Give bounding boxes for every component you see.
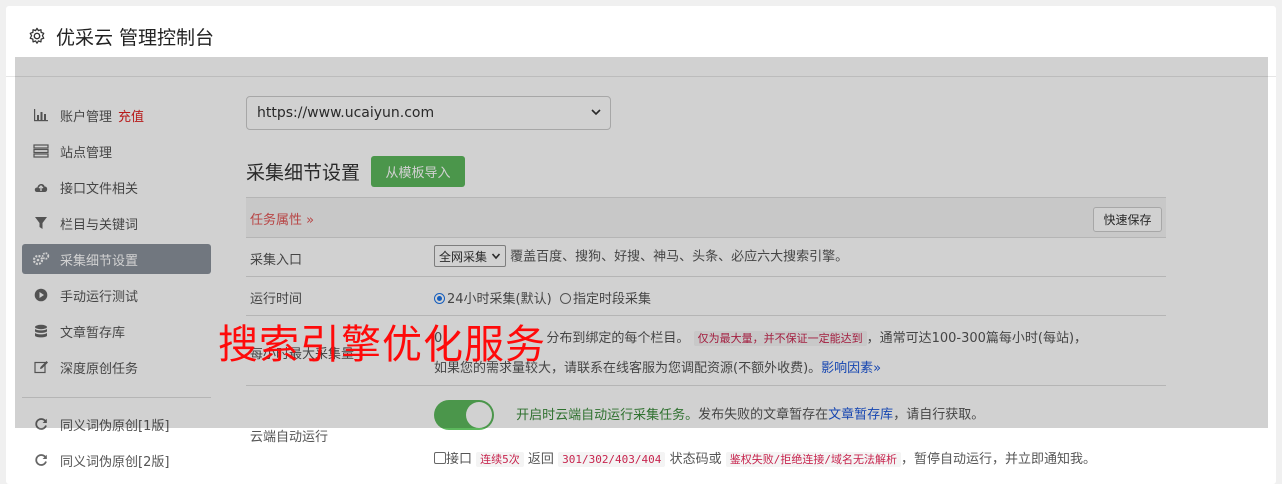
runtime-24h-label: 24小时采集(默认)	[447, 292, 552, 307]
cloud-auto-run-row: 云端自动运行 开启时云端自动运行采集任务。发布失败的文章暂存在文章暂存库，请自行…	[246, 385, 1166, 481]
max-per-hour-text: 分布到绑定的每个栏目。	[546, 331, 690, 346]
max-per-hour-content: 0 分布到绑定的每个栏目。 仅为最大量，并不保证一定能达到 ，通常可达100-30…	[434, 327, 1159, 346]
sidebar-item-label: 文章暂存库	[60, 325, 126, 341]
play-circle-icon	[32, 287, 50, 303]
code-times: 连续5次	[476, 452, 524, 467]
chevron-down-icon	[491, 253, 501, 260]
cloud-auto-run-toggle[interactable]	[434, 400, 494, 430]
sidebar-item-collect-settings[interactable]: 采集细节设置	[22, 244, 211, 274]
return-text: 返回	[527, 452, 554, 467]
sidebar-item-label: 接口文件相关	[60, 181, 139, 197]
runtime-scheduled-label: 指定时段采集	[572, 292, 651, 307]
cloud-auto-run-label: 云端自动运行	[250, 430, 329, 445]
influencing-factors-link[interactable]: 影响因素»	[821, 361, 881, 376]
max-per-hour-after: ，通常可达100-300篇每小时(每站)，	[866, 331, 1088, 346]
sidebar-item-label: 手动运行测试	[60, 289, 139, 305]
sidebar-item-sites[interactable]: 站点管理	[22, 136, 211, 166]
runtime-label: 运行时间	[250, 292, 303, 307]
runtime-24h-radio[interactable]	[434, 293, 445, 304]
sidebar-item-label: 账户管理	[60, 109, 113, 125]
refresh-icon	[32, 416, 50, 432]
server-icon	[32, 143, 50, 159]
sidebar-item-interface-files[interactable]: 接口文件相关	[22, 172, 211, 202]
code-status: 301/302/403/404	[558, 452, 666, 467]
entry-select-value: 全网采集	[439, 249, 488, 264]
sidebar-item-synonym-v2[interactable]: 同义词伪原创[2版]	[22, 445, 211, 475]
cloud-pause-line: 接口 连续5次 返回 301/302/403/404 状态码或 鉴权失败/拒绝连…	[434, 448, 1096, 467]
code-errors: 鉴权失败/拒绝连接/域名无法解析	[725, 452, 901, 467]
refresh-icon	[32, 452, 50, 468]
bar-chart-icon	[32, 107, 50, 123]
entry-description: 覆盖百度、搜狗、好搜、神马、头条、必应六大搜索引擎。	[510, 249, 849, 265]
cb-label: 接口	[446, 452, 473, 467]
max-per-hour-note: 仅为最大量，并不保证一定能达到	[693, 331, 867, 346]
sidebar-item-account[interactable]: 账户管理 充值	[22, 100, 211, 130]
sidebar-item-columns-keywords[interactable]: 栏目与关键词	[22, 208, 211, 238]
page-title: 优采云 管理控制台	[56, 26, 215, 49]
runtime-row: 运行时间 24小时采集(默认) 指定时段采集	[246, 276, 1166, 315]
runtime-options: 24小时采集(默认) 指定时段采集	[434, 288, 651, 307]
quick-save-button[interactable]: 快速保存	[1093, 207, 1162, 232]
section-title: 采集细节设置	[246, 162, 361, 184]
sidebar-item-label: 栏目与关键词	[60, 217, 139, 233]
filter-icon	[32, 215, 50, 231]
article-storage-link[interactable]: 文章暂存库	[828, 408, 893, 423]
entry-select[interactable]: 全网采集	[434, 245, 507, 267]
cloud-text3: ，请自行获取。	[893, 407, 985, 423]
cloud-toggle-line: 开启时云端自动运行采集任务。发布失败的文章暂存在文章暂存库，请自行获取。	[434, 400, 984, 430]
import-from-template-button[interactable]: 从模板导入	[371, 156, 465, 187]
entry-row: 采集入口 全网采集 覆盖百度、搜狗、好搜、神马、头条、必应六大搜索引擎。	[246, 237, 1166, 276]
sidebar-item-label: 采集细节设置	[60, 253, 139, 269]
sidebar-item-manual-run[interactable]: 手动运行测试	[22, 280, 211, 310]
task-properties-row: 任务属性 » 快速保存	[246, 197, 1166, 237]
cloud-upload-icon	[32, 179, 50, 195]
database-icon	[32, 323, 50, 339]
site-select[interactable]: https://www.ucaiyun.com	[246, 96, 611, 130]
site-select-value: https://www.ucaiyun.com	[257, 105, 435, 121]
entry-content: 全网采集 覆盖百度、搜狗、好搜、神马、头条、必应六大搜索引擎。	[434, 245, 848, 267]
sidebar-item-article-storage[interactable]: 文章暂存库	[22, 316, 211, 346]
gear-icon	[29, 27, 45, 44]
sidebar-item-label: 同义词伪原创[1版]	[60, 418, 170, 434]
gears-icon	[32, 251, 50, 267]
sidebar-item-deep-original[interactable]: 深度原创任务	[22, 352, 211, 382]
status-or-text: 状态码或	[669, 452, 722, 467]
pause-on-failure-checkbox[interactable]	[434, 452, 446, 464]
header: 优采云 管理控制台	[6, 6, 1276, 66]
chevron-down-icon	[591, 109, 601, 116]
max-per-hour-row: 每小时最大采集量 0 分布到绑定的每个栏目。 仅为最大量，并不保证一定能达到 ，通…	[246, 315, 1166, 385]
task-properties-toggle[interactable]: 任务属性 »	[250, 209, 314, 228]
sidebar-item-label: 同义词伪原创[2版]	[60, 454, 170, 470]
sidebar-item-label: 站点管理	[60, 145, 113, 161]
max-per-hour-contact: 如果您的需求量较大，请联系在线客服为您调配资源(不额外收费)。	[434, 361, 822, 376]
cloud-text2: 发布失败的文章暂存在	[698, 407, 829, 423]
max-per-hour-line2: 如果您的需求量较大，请联系在线客服为您调配资源(不额外收费)。影响因素»	[434, 357, 881, 376]
sidebar-divider	[22, 397, 211, 398]
edit-icon	[32, 359, 50, 375]
recharge-link[interactable]: 充值	[118, 106, 144, 125]
max-per-hour-label: 每小时最大采集量	[250, 347, 355, 362]
header-divider	[6, 76, 1276, 77]
cloud-toggle-text: 开启时云端自动运行采集任务。	[516, 407, 699, 423]
pause-tail-text: ，暂停自动运行，并立即通知我。	[900, 452, 1096, 467]
entry-label: 采集入口	[250, 253, 303, 268]
runtime-scheduled-radio[interactable]	[559, 293, 571, 304]
sidebar-item-label: 深度原创任务	[60, 361, 139, 377]
sidebar-item-synonym-v1[interactable]: 同义词伪原创[1版]	[22, 409, 211, 439]
max-per-hour-value[interactable]: 0	[434, 331, 442, 346]
